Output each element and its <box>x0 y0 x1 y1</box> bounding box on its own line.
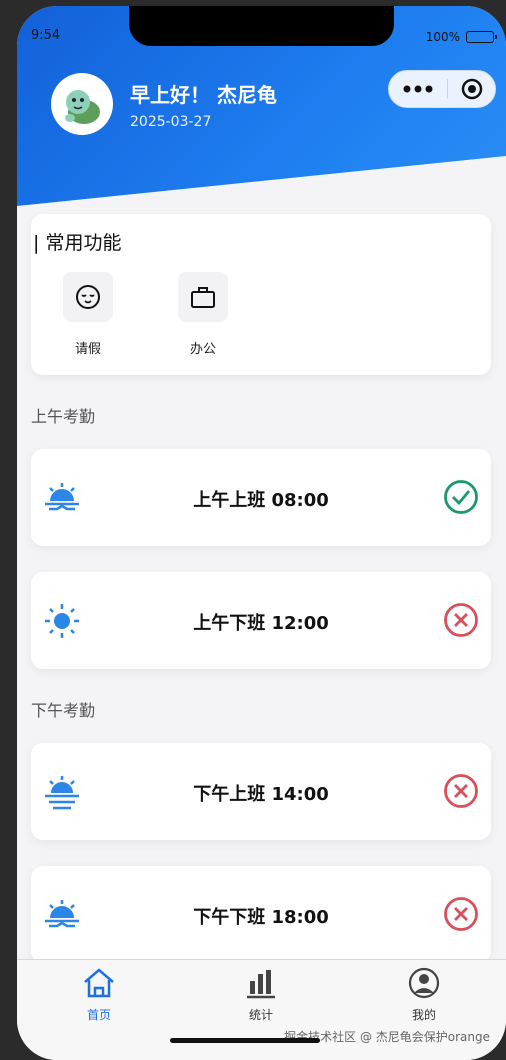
briefcase-icon <box>178 272 228 322</box>
x-circle-icon <box>444 603 478 637</box>
x-circle-icon <box>444 774 478 808</box>
morning-section-label: 上午考勤 <box>31 407 96 426</box>
close-target-icon[interactable] <box>461 78 483 100</box>
tab-statistics-label: 统计 <box>248 1008 273 1022</box>
phone-screen: 9:54 100% 早上好！ 杰尼龟 2025-03-27 | 常用功能 请假 … <box>17 6 506 1060</box>
office-function[interactable]: 办公 <box>173 272 233 357</box>
battery-icon <box>466 31 497 43</box>
bar-chart-icon <box>247 970 275 999</box>
capsule-divider <box>446 79 448 99</box>
common-functions-card: | 常用功能 请假 办公 <box>31 214 491 375</box>
leave-function[interactable]: 请假 <box>58 272 118 357</box>
afternoon-checkout-card[interactable]: 下午下班 18:00 <box>31 866 491 963</box>
status-time: 9:54 <box>31 28 61 43</box>
turtle-avatar-icon <box>65 90 100 124</box>
greeting-title: 早上好！ 杰尼龟 <box>130 83 277 107</box>
notch <box>129 6 394 46</box>
current-date: 2025-03-27 <box>130 114 212 130</box>
afternoon-checkin-title: 下午上班 14:00 <box>193 784 329 805</box>
afternoon-section-label: 下午考勤 <box>31 701 96 720</box>
tab-statistics[interactable]: 统计 <box>221 966 301 1023</box>
tab-home-label: 首页 <box>86 1008 111 1022</box>
morning-checkin-title: 上午上班 08:00 <box>193 490 329 511</box>
mini-program-capsule <box>388 70 496 108</box>
battery-percent: 100% <box>425 30 460 44</box>
x-circle-icon <box>444 897 478 931</box>
morning-checkout-card[interactable]: 上午下班 12:00 <box>31 572 491 669</box>
home-icon <box>84 968 114 998</box>
common-functions-title: | 常用功能 <box>33 232 122 254</box>
status-battery: 100% <box>425 30 497 44</box>
tab-profile[interactable]: 我的 <box>384 966 464 1023</box>
more-dots-icon[interactable] <box>403 84 433 94</box>
avatar[interactable] <box>51 73 113 135</box>
mood-face-icon <box>63 272 113 322</box>
tab-home[interactable]: 首页 <box>59 966 139 1023</box>
morning-checkin-card[interactable]: 上午上班 08:00 <box>31 449 491 546</box>
check-circle-icon <box>444 480 478 514</box>
leave-label: 请假 <box>74 342 101 357</box>
tab-profile-label: 我的 <box>411 1008 436 1022</box>
afternoon-checkout-title: 下午下班 18:00 <box>193 907 329 928</box>
office-label: 办公 <box>189 342 216 357</box>
user-icon <box>408 967 440 999</box>
afternoon-checkin-card[interactable]: 下午上班 14:00 <box>31 743 491 840</box>
home-indicator <box>170 1038 320 1043</box>
morning-checkout-title: 上午下班 12:00 <box>193 613 329 634</box>
